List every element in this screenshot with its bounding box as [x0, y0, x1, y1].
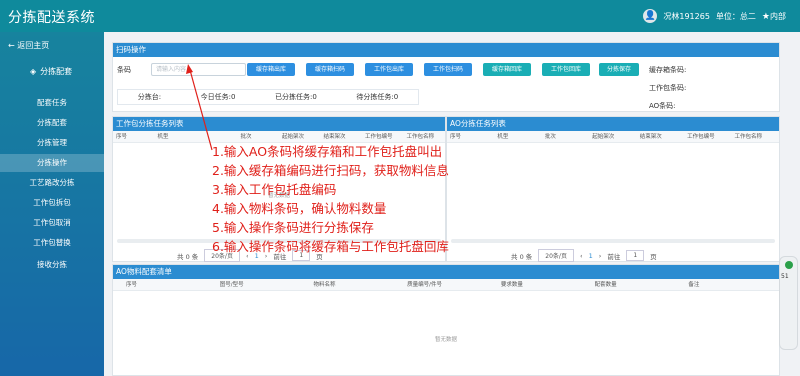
- status-dot-icon: [785, 261, 793, 269]
- instruction-step: 5.输入操作条码进行分拣保存: [212, 220, 374, 235]
- instruction-step: 4.输入物料条码，确认物料数量: [212, 201, 387, 216]
- instruction-step: 2.输入缓存箱编码进行扫码，获取物料信息: [212, 163, 449, 178]
- instructions-overlay: 1.输入AO条码将缓存箱和工作包托盘叫出 2.输入缓存箱编码进行扫码，获取物料信…: [212, 142, 449, 256]
- instruction-step: 1.输入AO条码将缓存箱和工作包托盘叫出: [212, 144, 443, 159]
- instruction-step: 3.输入工作包托盘编码: [212, 182, 337, 197]
- floating-monitor-widget[interactable]: 51: [779, 256, 798, 350]
- instruction-step: 6.输入操作条码将缓存箱与工作包托盘回库: [212, 239, 449, 254]
- widget-value: 51: [781, 273, 789, 280]
